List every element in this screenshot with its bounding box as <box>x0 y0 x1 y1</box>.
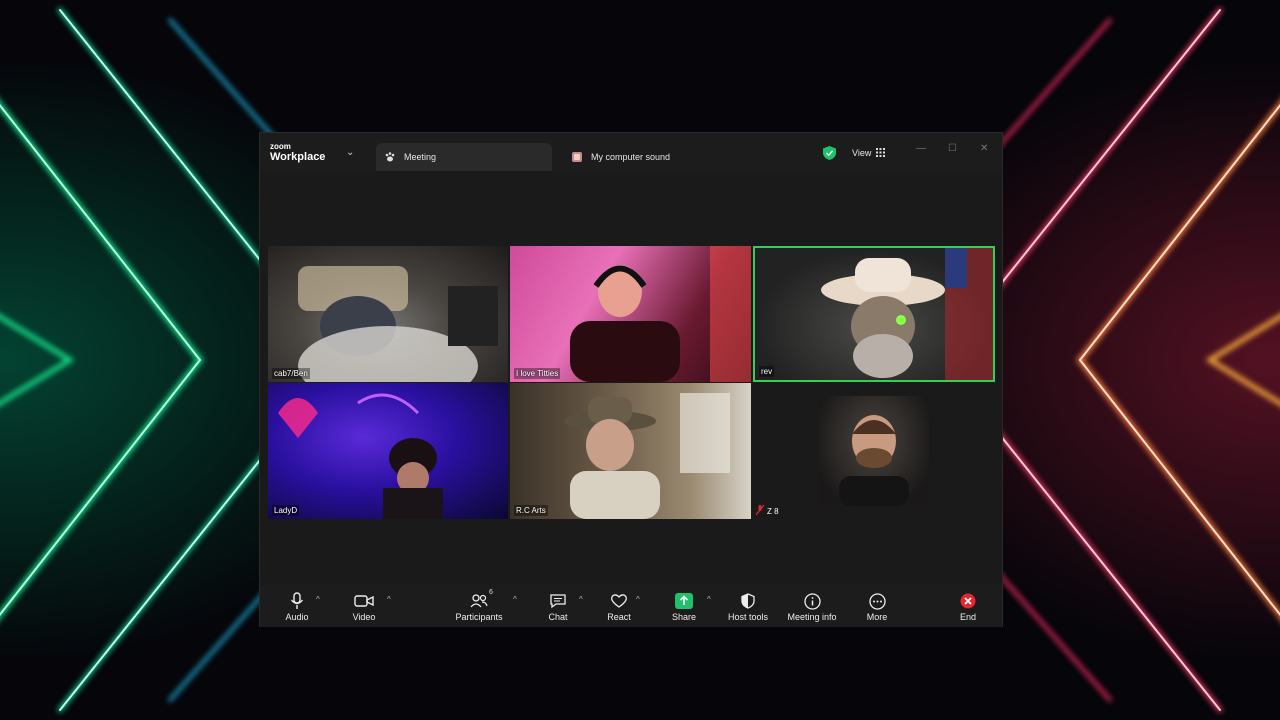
paw-icon <box>384 151 396 163</box>
chat-options-caret-icon[interactable]: ^ <box>579 595 583 604</box>
end-label: End <box>959 612 976 622</box>
participant-video <box>821 248 993 380</box>
meeting-toolbar: Audio ^ Video ^ 6 Participants ^ Chat ^ <box>260 585 1002 627</box>
participant-name: R.C Arts <box>514 505 548 516</box>
video-button[interactable]: Video <box>334 591 394 622</box>
brand-small: zoom <box>270 142 291 151</box>
tab-meeting-label: Meeting <box>404 152 437 162</box>
video-tile-z8[interactable] <box>819 396 929 506</box>
chevron-down-icon[interactable]: ⌄ <box>346 147 354 158</box>
shield-icon <box>718 591 778 611</box>
participants-count: 6 <box>489 589 493 596</box>
heart-icon <box>589 591 649 611</box>
participant-video <box>839 415 909 506</box>
chat-label: Chat <box>548 612 568 622</box>
muted-mic-icon <box>755 504 765 517</box>
close-icon[interactable]: ✕ <box>980 143 988 154</box>
participant-video <box>278 393 443 519</box>
video-tile-rc-arts[interactable]: R.C Arts <box>510 383 751 519</box>
video-tile-cab7-ben[interactable]: cab7/Ben <box>268 246 508 382</box>
participant-name: Z 8 <box>767 506 779 516</box>
tab-meeting[interactable]: Meeting <box>376 143 552 171</box>
host-tools-button[interactable]: Host tools <box>718 591 778 622</box>
view-button[interactable]: View <box>844 143 893 163</box>
share-options-caret-icon[interactable]: ^ <box>707 595 711 604</box>
participants-options-caret-icon[interactable]: ^ <box>513 595 517 604</box>
participants-icon: 6 <box>449 589 509 611</box>
zoom-workplace-logo[interactable]: zoom Workplace <box>270 143 325 163</box>
audio-options-caret-icon[interactable]: ^ <box>316 595 320 604</box>
share-button[interactable]: Share <box>654 591 714 622</box>
participant-video <box>298 266 498 382</box>
participants-label: Participants <box>455 612 503 622</box>
participant-video <box>564 393 730 519</box>
video-camera-icon <box>334 591 394 611</box>
more-label: More <box>866 612 888 622</box>
end-button[interactable]: End <box>938 591 998 622</box>
more-icon <box>847 591 907 611</box>
more-button[interactable]: More <box>847 591 907 622</box>
meeting-info-label: Meeting info <box>787 612 837 622</box>
participant-name: rev <box>759 366 775 377</box>
end-call-icon <box>938 591 998 611</box>
meeting-info-button[interactable]: Meeting info <box>782 591 842 622</box>
react-options-caret-icon[interactable]: ^ <box>636 595 640 604</box>
host-tools-label: Host tools <box>727 612 769 622</box>
info-icon <box>782 591 842 611</box>
participant-label-z8: Z 8 <box>755 504 779 517</box>
participant-video <box>570 246 751 382</box>
video-tile-ladyd[interactable]: LadyD <box>268 383 508 519</box>
participant-name: cab7/Ben <box>272 368 310 379</box>
view-label: View <box>852 148 872 158</box>
video-tile-rev[interactable]: rev <box>753 246 995 382</box>
tab-computer-sound[interactable]: My computer sound <box>566 143 726 171</box>
participant-name: I love Titties <box>514 368 561 379</box>
participant-name: LadyD <box>272 505 300 516</box>
minimize-icon[interactable]: — <box>916 143 926 154</box>
app-thumbnail-icon <box>571 151 583 163</box>
title-bar: zoom Workplace ⌄ Meeting My computer sou… <box>260 133 1002 171</box>
video-tile-i-love-titties[interactable]: I love Titties <box>510 246 751 382</box>
share-label: Share <box>671 612 697 622</box>
grid-icon <box>876 147 886 159</box>
brand-name: Workplace <box>270 151 326 163</box>
react-button[interactable]: React <box>589 591 649 622</box>
audio-label: Audio <box>285 612 309 622</box>
react-label: React <box>607 612 631 622</box>
participants-button[interactable]: 6 Participants <box>449 589 509 622</box>
share-arrow-icon <box>654 591 714 611</box>
zoom-meeting-window: zoom Workplace ⌄ Meeting My computer sou… <box>259 132 1003 627</box>
tab-computer-sound-label: My computer sound <box>591 152 671 162</box>
maximize-icon[interactable]: ☐ <box>948 143 957 154</box>
video-label: Video <box>352 612 376 622</box>
security-shield-icon[interactable] <box>823 146 836 160</box>
video-options-caret-icon[interactable]: ^ <box>387 595 391 604</box>
